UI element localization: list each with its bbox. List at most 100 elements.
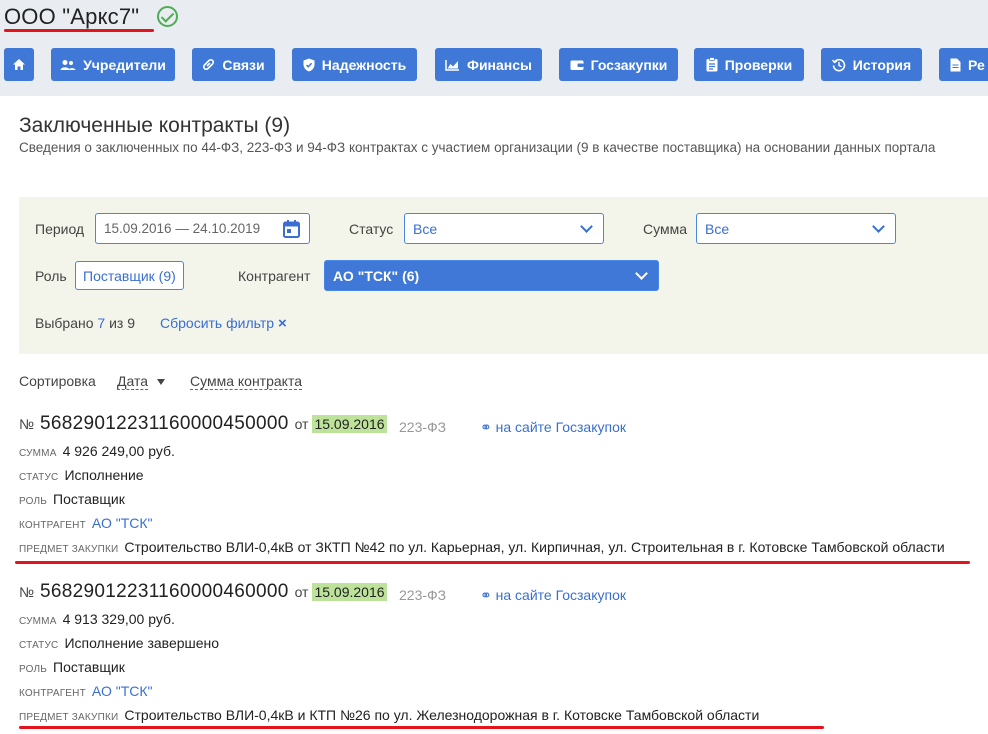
period-input[interactable]: 15.09.2016 — 24.10.2019 (95, 213, 310, 244)
contract-sum-row: сумма 4 926 249,00 руб. (19, 443, 175, 463)
nav-founders-button[interactable]: Учредители (51, 48, 175, 81)
contract-number[interactable]: 56829012231160000450000 (40, 413, 289, 435)
nav-label: Финансы (467, 56, 532, 73)
history-icon (831, 58, 846, 71)
check-circle-icon (157, 6, 178, 27)
selected-of: из 9 (109, 315, 136, 331)
procurement-site-link-label: на сайте Госзакупок (495, 587, 626, 603)
contract-card: № 56829012231160000460000 от 15.09.2016 … (19, 581, 979, 731)
contract-role: Поставщик (53, 659, 125, 675)
link-icon (203, 59, 215, 70)
nav-label: Связи (222, 56, 265, 73)
annotation-underline (4, 29, 154, 32)
from-label: от (294, 584, 309, 600)
contract-subject-row: предмет закупки Строительство ВЛИ-0,4кВ и… (19, 707, 759, 727)
contract-status: Исполнение (64, 467, 144, 483)
role-field-label: роль (19, 496, 48, 507)
status-field-label: статус (19, 640, 59, 651)
from-label: от (294, 416, 309, 432)
people-icon (60, 59, 76, 70)
contract-header: № 56829012231160000460000 от 15.09.2016 (19, 581, 387, 605)
sort-by-date[interactable]: Дата (117, 373, 149, 390)
nav-label: Проверки (724, 56, 793, 73)
reset-filter-label: Сбросить фильтр (160, 315, 275, 331)
contract-sum: 4 913 329,00 руб. (62, 611, 175, 627)
period-value: 15.09.2016 — 24.10.2019 (104, 221, 261, 236)
contract-status-row: статус Исполнение завершено (19, 635, 219, 655)
contract-law: 223-ФЗ (399, 587, 447, 603)
annotation-underline (15, 561, 970, 564)
role-field-label: роль (19, 664, 48, 675)
nav-more-button[interactable]: Ре (939, 48, 988, 81)
shield-icon (303, 58, 315, 71)
contract-subject-row: предмет закупки Строительство ВЛИ-0,4кВ о… (19, 539, 945, 559)
procurement-site-link-label: на сайте Госзакупок (495, 419, 626, 435)
subject-field-label: предмет закупки (19, 712, 119, 723)
chevron-down-icon (635, 266, 648, 280)
sum-select-value: Все (705, 220, 730, 237)
sort-by-sum[interactable]: Сумма контракта (190, 373, 302, 390)
subject-field-label: предмет закупки (19, 544, 119, 555)
sum-field-label: сумма (19, 448, 57, 459)
counterparty-field-label: контрагент (19, 688, 86, 699)
contract-counterparty-link[interactable]: АО "ТСК" (92, 515, 153, 531)
role-label: Роль (35, 268, 67, 284)
contract-card: № 56829012231160000450000 от 15.09.2016 … (19, 413, 979, 568)
calendar-icon[interactable] (283, 220, 300, 238)
contract-date: 15.09.2016 (312, 583, 387, 601)
annotation-underline (19, 726, 824, 729)
contract-sum: 4 926 249,00 руб. (62, 443, 175, 459)
nav-reliability-button[interactable]: Надежность (292, 48, 417, 81)
counterparty-select[interactable]: АО "ТСК" (6) (324, 260, 659, 291)
contract-number[interactable]: 56829012231160000460000 (40, 581, 289, 603)
period-label: Период (35, 221, 85, 237)
contract-subject: Строительство ВЛИ-0,4кВ от ЗКТП №42 по у… (124, 539, 945, 555)
contract-role-row: роль Поставщик (19, 491, 125, 511)
contract-subject: Строительство ВЛИ-0,4кВ и КТП №26 по ул.… (124, 707, 760, 723)
counterparty-label: Контрагент (238, 268, 311, 284)
nav-inspections-button[interactable]: Проверки (694, 48, 804, 81)
nav-home-button[interactable] (4, 48, 34, 81)
contract-role-row: роль Поставщик (19, 659, 125, 679)
procurement-site-link[interactable]: ⚭ на сайте Госзакупок (480, 587, 626, 604)
contract-law: 223-ФЗ (399, 419, 447, 435)
nav-label: Госзакупки (590, 56, 668, 73)
status-label: Статус (349, 221, 394, 237)
contract-date: 15.09.2016 (312, 415, 387, 433)
contract-counterparty-link[interactable]: АО "ТСК" (92, 683, 153, 699)
sum-label: Сумма (643, 221, 687, 237)
contract-status-row: статус Исполнение (19, 467, 144, 487)
status-select[interactable]: Все (404, 213, 604, 244)
sum-field-label: сумма (19, 616, 57, 627)
link-icon: ⚭ (480, 419, 496, 435)
contract-status: Исполнение завершено (64, 635, 220, 651)
status-field-label: статус (19, 472, 59, 483)
nav-links-button[interactable]: Связи (192, 48, 275, 81)
sum-select[interactable]: Все (696, 213, 896, 244)
nav-label: Надежность (321, 56, 407, 73)
nav-label: Ре (968, 56, 985, 73)
contract-counterparty-row: контрагент АО "ТСК" (19, 515, 153, 535)
selected-prefix: Выбрано (35, 315, 94, 331)
number-sign: № (19, 416, 35, 432)
wallet-icon (570, 60, 584, 70)
link-icon: ⚭ (480, 587, 496, 603)
counterparty-field-label: контрагент (19, 520, 86, 531)
reset-filter-link[interactable]: Сбросить фильтр × (160, 315, 287, 332)
status-select-value: Все (413, 220, 438, 237)
chevron-down-icon (580, 219, 593, 233)
sort-direction-icon[interactable] (157, 379, 165, 385)
nav-procurement-button[interactable]: Госзакупки (559, 48, 678, 81)
nav-history-button[interactable]: История (821, 48, 922, 81)
role-filter-value: Поставщик (9) (83, 267, 176, 284)
nav-finance-button[interactable]: Финансы (435, 48, 542, 81)
role-filter-chip[interactable]: Поставщик (9) (75, 261, 184, 290)
selected-summary: Выбрано 7 из 9 (35, 315, 135, 331)
contract-role: Поставщик (53, 491, 125, 507)
section-subtitle: Сведения о заключенных по 44-ФЗ, 223-ФЗ … (19, 140, 936, 155)
sort-label: Сортировка (19, 373, 96, 389)
contract-header: № 56829012231160000450000 от 15.09.2016 (19, 413, 387, 437)
selected-count: 7 (97, 315, 106, 331)
procurement-site-link[interactable]: ⚭ на сайте Госзакупок (480, 419, 626, 436)
nav-label: История (852, 56, 912, 73)
